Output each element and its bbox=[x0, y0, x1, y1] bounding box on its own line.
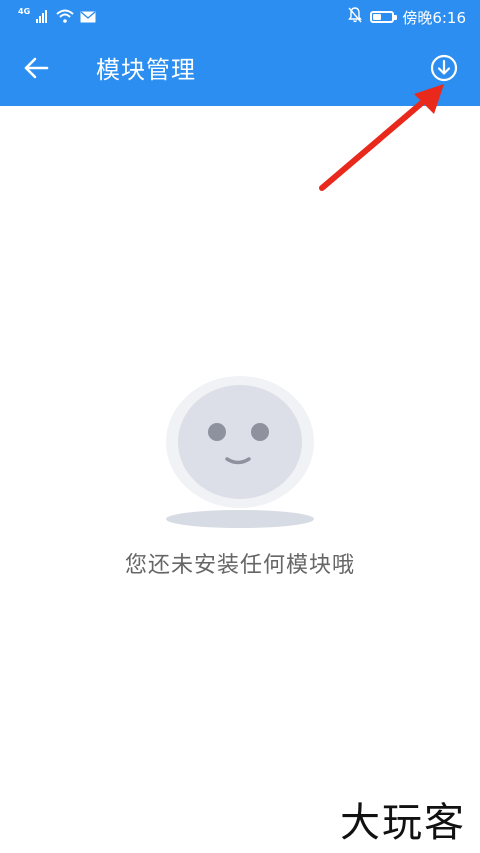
battery-fill bbox=[373, 14, 382, 20]
back-arrow-icon bbox=[23, 57, 49, 83]
network-type-label: 4G bbox=[18, 7, 31, 16]
signal-icon bbox=[36, 8, 50, 27]
back-button[interactable] bbox=[14, 48, 58, 92]
status-time: 傍晚6:16 bbox=[402, 8, 466, 27]
notifications-muted-icon bbox=[348, 7, 363, 27]
smiling-face-illustration bbox=[160, 374, 320, 534]
app-bar: 模块管理 bbox=[0, 34, 480, 106]
status-left: 4G bbox=[18, 7, 96, 27]
wifi-icon bbox=[56, 8, 74, 27]
download-icon bbox=[429, 53, 459, 87]
mail-icon bbox=[80, 8, 96, 27]
battery-icon bbox=[370, 11, 398, 23]
empty-state-message: 您还未安装任何模块哦 bbox=[124, 553, 355, 578]
page-title: 模块管理 bbox=[96, 56, 196, 84]
screen: 4G 傍晚6:16 模块管理 您还未安装任何模块哦 大玩客 bbox=[0, 0, 480, 853]
status-bar: 4G 傍晚6:16 bbox=[0, 0, 480, 34]
status-right: 傍晚6:16 bbox=[348, 7, 466, 27]
download-button[interactable] bbox=[424, 50, 464, 90]
watermark: 大玩客 bbox=[340, 800, 466, 846]
